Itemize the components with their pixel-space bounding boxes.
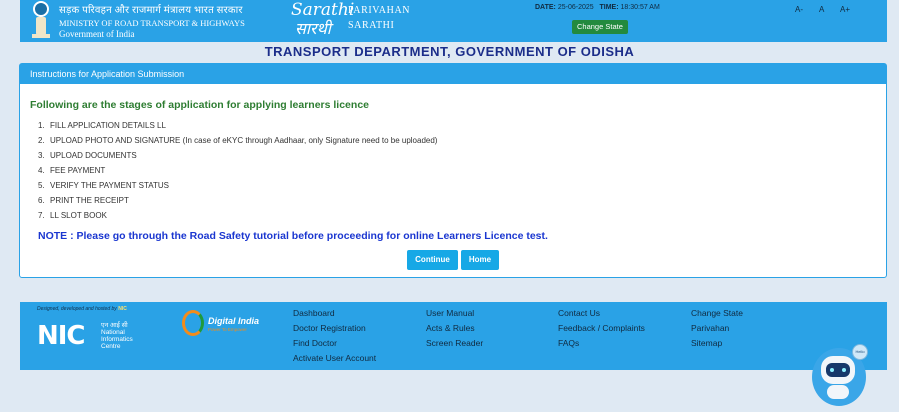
- list-item: 7. LL SLOT BOOK: [38, 211, 107, 220]
- digital-india-tagline: Power To Empower: [208, 327, 247, 332]
- ministry-hindi: सड़क परिवहन और राजमार्ग मंत्रालय भारत सर…: [59, 5, 243, 16]
- continue-button[interactable]: Continue: [407, 250, 458, 270]
- designed-by-link[interactable]: NIC: [118, 306, 127, 312]
- site-footer: Designed, developed and hosted by NIC NI…: [20, 302, 887, 370]
- sarathi-logo-hindi: सारथी: [295, 19, 331, 38]
- digital-india-logo[interactable]: Digital India Power To Empower: [182, 308, 272, 340]
- footer-link-contact-us[interactable]: Contact Us: [558, 308, 600, 318]
- footer-link-sitemap[interactable]: Sitemap: [691, 338, 722, 348]
- panel-heading: Instructions for Application Submission: [20, 64, 886, 84]
- time-label: TIME:: [599, 4, 619, 11]
- parivahan-label: PARIVAHAN: [348, 5, 411, 16]
- instructions-panel: Instructions for Application Submission …: [19, 63, 887, 278]
- footer-link-acts-rules[interactable]: Acts & Rules: [426, 323, 475, 333]
- ministry-block: सड़क परिवहन और राजमार्ग मंत्रालय भारत सर…: [59, 2, 245, 39]
- footer-link-activate-user-account[interactable]: Activate User Account: [293, 353, 376, 363]
- page-title: TRANSPORT DEPARTMENT, GOVERNMENT OF ODIS…: [264, 44, 635, 59]
- date-time: DATE: 25-06-2025 TIME: 18:30:57 AM: [535, 4, 660, 11]
- designed-by-text: Designed, developed and hosted by NIC: [37, 306, 127, 312]
- site-header: सड़क परिवहन और राजमार्ग मंत्रालय भारत सर…: [20, 0, 887, 42]
- chatbot-bubble: Hello: [852, 344, 868, 360]
- sarathi-logo[interactable]: Sarathi सारथी: [291, 0, 354, 40]
- road-safety-note: NOTE : Please go through the Road Safety…: [38, 230, 548, 242]
- ministry-english: MINISTRY OF ROAD TRANSPORT & HIGHWAYS: [59, 18, 245, 28]
- font-normal-button[interactable]: A: [819, 5, 824, 14]
- list-item: 3. UPLOAD DOCUMENTS: [38, 151, 137, 160]
- stages-title: Following are the stages of application …: [30, 99, 369, 111]
- digital-india-text: Digital India: [208, 316, 260, 326]
- font-decrease-button[interactable]: A-: [795, 5, 803, 14]
- digital-india-icon: [182, 310, 204, 336]
- sarathi-label: SARATHI: [348, 20, 395, 31]
- footer-link-screen-reader[interactable]: Screen Reader: [426, 338, 483, 348]
- footer-link-faqs[interactable]: FAQs: [558, 338, 579, 348]
- list-item: 2. UPLOAD PHOTO AND SIGNATURE (In case of…: [38, 136, 438, 145]
- home-button[interactable]: Home: [461, 250, 499, 270]
- time-value: 18:30:57 AM: [620, 4, 660, 11]
- date-label: DATE:: [535, 4, 556, 11]
- footer-link-doctor-registration[interactable]: Doctor Registration: [293, 323, 366, 333]
- change-state-button[interactable]: Change State: [572, 20, 628, 34]
- footer-link-feedback-complaints[interactable]: Feedback / Complaints: [558, 323, 645, 333]
- nic-logo-text: एन आई सी National Informatics Centre: [101, 322, 133, 350]
- nic-logo[interactable]: NIC एन आई सी National Informatics Centre: [37, 320, 147, 352]
- government-of-india: Government of India: [59, 29, 135, 39]
- list-item: 5. VERIFY THE PAYMENT STATUS: [38, 181, 169, 190]
- list-item: 6. PRINT THE RECEIPT: [38, 196, 129, 205]
- footer-link-dashboard[interactable]: Dashboard: [293, 308, 335, 318]
- national-emblem-icon: [30, 1, 52, 39]
- chatbot-icon[interactable]: Hello: [812, 344, 868, 406]
- footer-link-user-manual[interactable]: User Manual: [426, 308, 474, 318]
- footer-link-find-doctor[interactable]: Find Doctor: [293, 338, 337, 348]
- list-item: 1. FILL APPLICATION DETAILS LL: [38, 121, 166, 130]
- steps-list: 1. FILL APPLICATION DETAILS LL 2. UPLOAD P…: [38, 120, 437, 225]
- date-value: 25-06-2025: [557, 4, 594, 11]
- font-increase-button[interactable]: A+: [840, 5, 850, 14]
- footer-link-parivahan[interactable]: Parivahan: [691, 323, 729, 333]
- list-item: 4. FEE PAYMENT: [38, 166, 106, 175]
- nic-logo-mark: NIC: [37, 321, 86, 351]
- parivahan-sarathi-text: PARIVAHAN SARATHI: [348, 5, 410, 31]
- footer-link-change-state[interactable]: Change State: [691, 308, 743, 318]
